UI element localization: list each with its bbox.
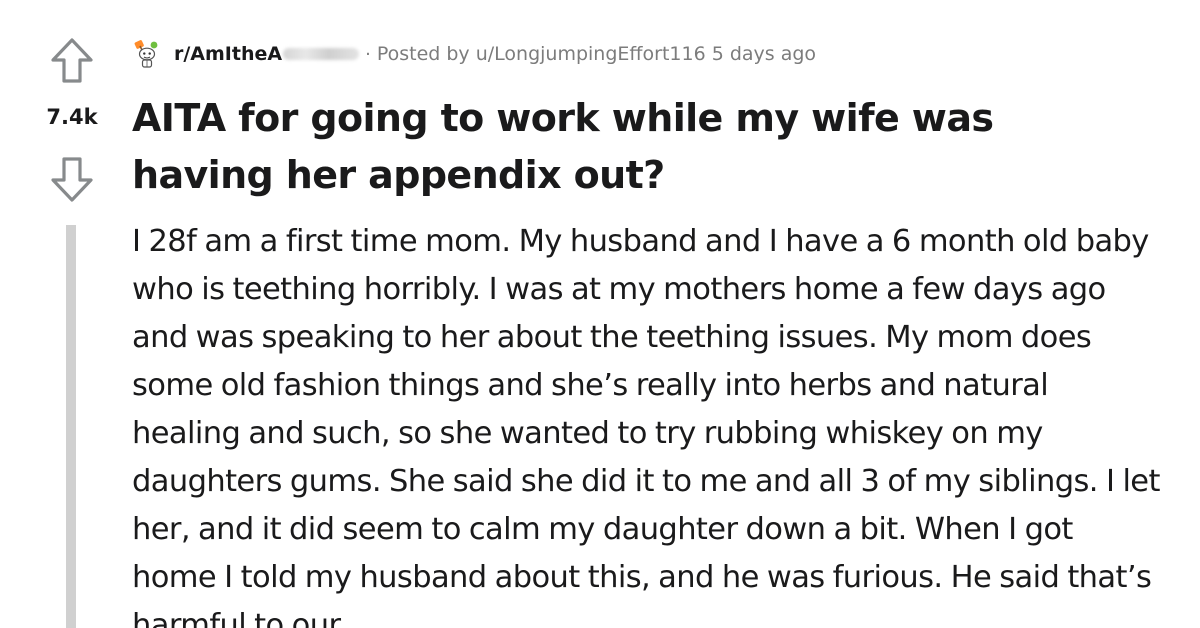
subreddit-name[interactable]: r/AmItheA <box>174 43 282 65</box>
thread-line[interactable] <box>66 225 76 628</box>
post-meta: r/AmItheA · Posted by u/LongjumpingEffor… <box>132 38 816 70</box>
vote-score: 7.4k <box>46 105 98 129</box>
redacted-text <box>283 48 360 60</box>
upvote-icon <box>51 38 93 83</box>
vote-column: 7.4k <box>0 0 130 628</box>
subreddit-icon[interactable] <box>132 39 162 69</box>
posted-by: Posted by u/LongjumpingEffort116 5 days … <box>377 43 816 65</box>
author-link[interactable]: u/LongjumpingEffort116 <box>476 43 706 65</box>
posted-by-prefix: Posted by <box>376 43 476 65</box>
post-age: 5 days ago <box>705 43 817 65</box>
downvote-button[interactable] <box>47 154 97 204</box>
post-body: I 28f am a first time mom. My husband an… <box>132 224 1160 628</box>
post-title[interactable]: AITA for going to work while my wife was… <box>132 90 1142 204</box>
meta-separator: · <box>365 43 371 65</box>
downvote-icon <box>51 157 93 202</box>
upvote-button[interactable] <box>47 36 97 86</box>
